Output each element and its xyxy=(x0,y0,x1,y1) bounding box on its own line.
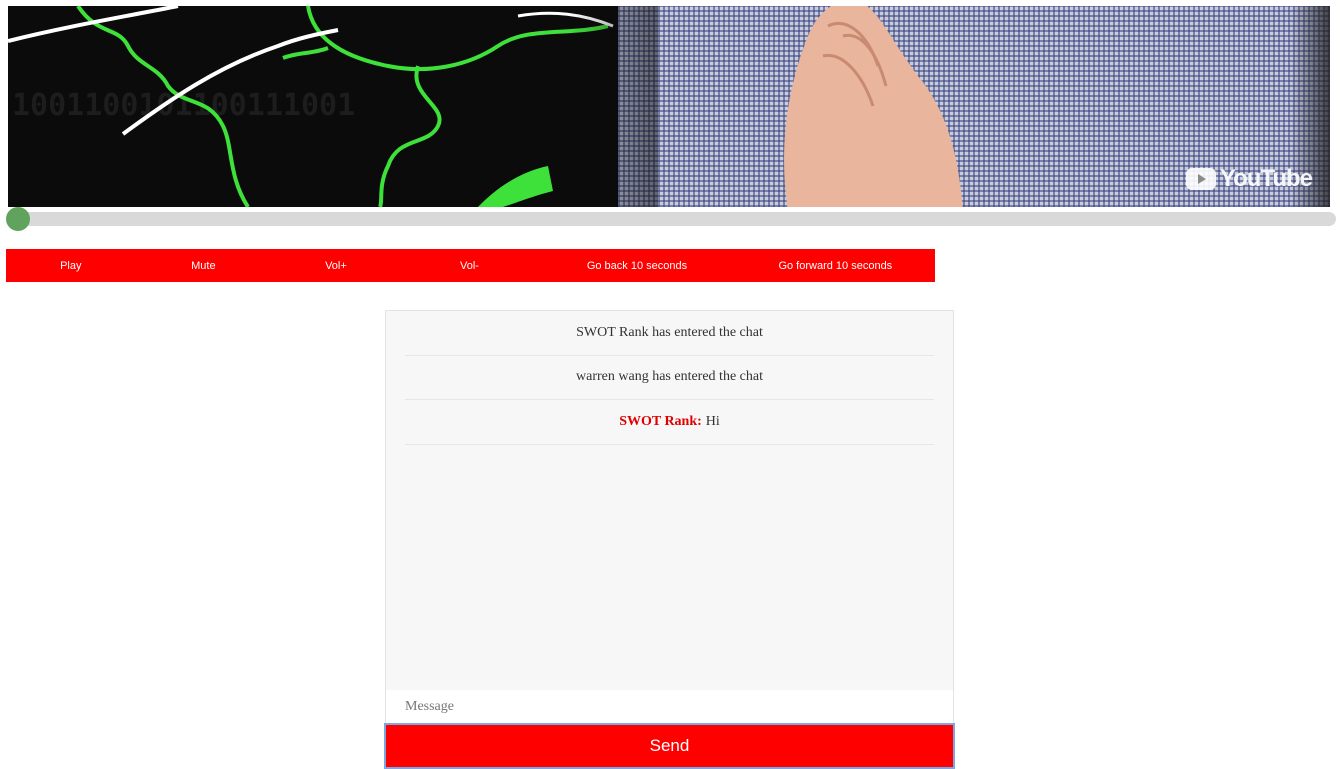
chat-message: warren wang has entered the chat xyxy=(405,356,934,400)
volume-up-button[interactable]: Vol+ xyxy=(271,249,401,282)
video-transition xyxy=(568,6,658,207)
player-controls: Play Mute Vol+ Vol- Go back 10 seconds G… xyxy=(6,249,935,282)
chat-message-text: SWOT Rank has entered the chat xyxy=(576,324,763,340)
chat-message-author: SWOT Rank: xyxy=(619,413,702,429)
chat-log[interactable]: SWOT Rank has entered the chat warren wa… xyxy=(385,310,954,690)
rewind-10-button[interactable]: Go back 10 seconds xyxy=(538,249,735,282)
progress-slider[interactable] xyxy=(6,207,1336,231)
hands-image xyxy=(784,6,963,207)
chat-message-text: warren wang has entered the chat xyxy=(576,369,763,385)
video-frame-left: 1001100101100111001 0101001001010010100 … xyxy=(8,6,648,207)
chat-message-text: Hi xyxy=(705,413,720,429)
mute-button[interactable]: Mute xyxy=(136,249,272,282)
message-input[interactable] xyxy=(385,690,954,724)
play-button[interactable]: Play xyxy=(6,249,136,282)
youtube-play-icon xyxy=(1185,168,1216,190)
send-button[interactable]: Send xyxy=(384,723,955,769)
youtube-logo[interactable]: YouTube xyxy=(1185,165,1313,193)
chat-message: SWOT Rank: Hi xyxy=(405,400,934,445)
progress-thumb[interactable] xyxy=(6,207,30,231)
chat-message: SWOT Rank has entered the chat xyxy=(405,311,934,356)
video-player[interactable]: 1001100101100111001 0101001001010010100 … xyxy=(8,6,1330,207)
forward-10-button[interactable]: Go forward 10 seconds xyxy=(736,249,935,282)
volume-down-button[interactable]: Vol- xyxy=(401,249,539,282)
youtube-logo-text: YouTube xyxy=(1219,165,1313,192)
map-drawing xyxy=(8,6,614,207)
